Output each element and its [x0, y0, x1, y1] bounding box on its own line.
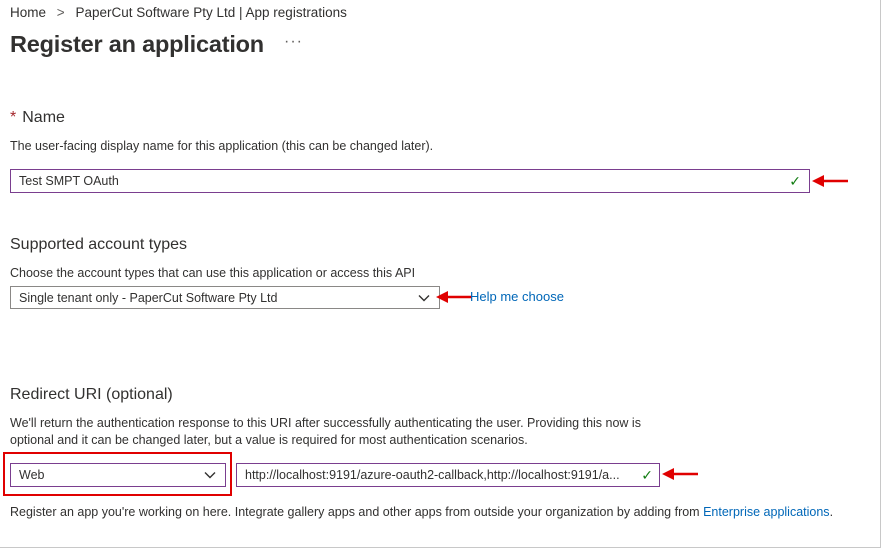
annotation-arrow-icon [436, 291, 472, 303]
chevron-down-icon [204, 472, 216, 479]
name-input[interactable]: Test SMPT OAuth ✓ [10, 169, 810, 193]
footer-note: Register an app you're working on here. … [10, 503, 833, 521]
redirect-uri-label: Redirect URI (optional) [10, 386, 173, 403]
chevron-down-icon [418, 294, 430, 301]
more-options-icon[interactable]: ··· [284, 33, 303, 51]
breadcrumb-separator: > [56, 5, 65, 20]
breadcrumb: Home > PaperCut Software Pty Ltd | App r… [10, 5, 347, 20]
footer-period: . [829, 505, 834, 519]
platform-dropdown[interactable]: Web [10, 463, 226, 487]
required-mark: * [10, 109, 17, 126]
checkmark-icon: ✓ [789, 172, 801, 189]
name-description: The user-facing display name for this ap… [10, 139, 434, 153]
checkmark-icon: ✓ [641, 466, 653, 483]
footer-text: Register an app you're working on here. … [10, 505, 700, 519]
account-types-selected: Single tenant only - PaperCut Software P… [19, 290, 278, 305]
name-input-value: Test SMPT OAuth [19, 174, 119, 188]
help-me-choose-link[interactable]: Help me choose [470, 289, 564, 304]
breadcrumb-app-registrations[interactable]: PaperCut Software Pty Ltd | App registra… [75, 5, 346, 20]
name-label-text: Name [22, 109, 65, 126]
annotation-arrow-icon [812, 175, 848, 187]
redirect-uri-input[interactable]: http://localhost:9191/azure-oauth2-callb… [236, 463, 660, 487]
breadcrumb-home[interactable]: Home [10, 5, 46, 20]
enterprise-applications-link[interactable]: Enterprise applications [703, 505, 829, 519]
redirect-uri-description-line2: optional and it can be changed later, bu… [10, 433, 528, 447]
redirect-uri-value: http://localhost:9191/azure-oauth2-callb… [245, 468, 620, 482]
page-title: Register an application [10, 31, 264, 57]
account-types-dropdown[interactable]: Single tenant only - PaperCut Software P… [10, 286, 440, 309]
name-label: * Name [10, 109, 65, 127]
account-types-description: Choose the account types that can use th… [10, 266, 416, 280]
annotation-arrow-icon [662, 468, 698, 480]
redirect-uri-description-line1: We'll return the authentication response… [10, 416, 641, 430]
account-types-label: Supported account types [10, 236, 188, 253]
platform-selected: Web [19, 468, 45, 482]
